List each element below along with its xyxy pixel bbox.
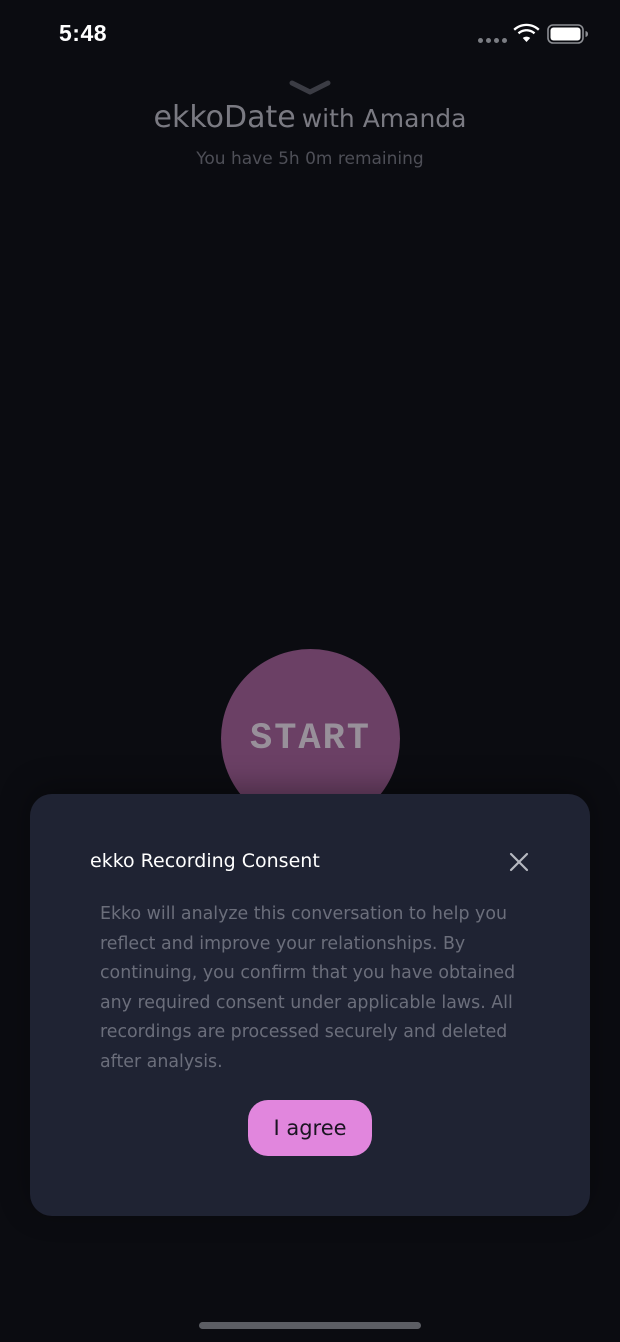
remaining-time: You have 5h 0m remaining xyxy=(196,149,424,169)
status-time: 5:48 xyxy=(59,20,108,46)
agree-button[interactable]: I agree xyxy=(248,1100,372,1156)
consent-modal: ekko Recording Consent Ekko will analyze… xyxy=(30,794,590,1216)
screen: 5:48 ekkoDate with Amanda You have 5h 0m … xyxy=(0,0,620,1342)
start-label: START xyxy=(249,717,372,760)
chevron-down-icon[interactable] xyxy=(289,80,331,96)
home-indicator[interactable] xyxy=(199,1322,421,1329)
close-icon[interactable] xyxy=(508,851,530,873)
battery-icon xyxy=(547,24,588,44)
app-name: ekkoDate xyxy=(153,100,296,135)
cellular-signal-icon xyxy=(478,38,507,43)
modal-title: ekko Recording Consent xyxy=(90,850,320,872)
consent-text: Ekko will analyze this conversation to h… xyxy=(100,904,516,1072)
page-title: ekkoDate with Amanda xyxy=(0,100,620,135)
wifi-icon xyxy=(513,23,540,42)
partner-name: with Amanda xyxy=(301,104,467,133)
